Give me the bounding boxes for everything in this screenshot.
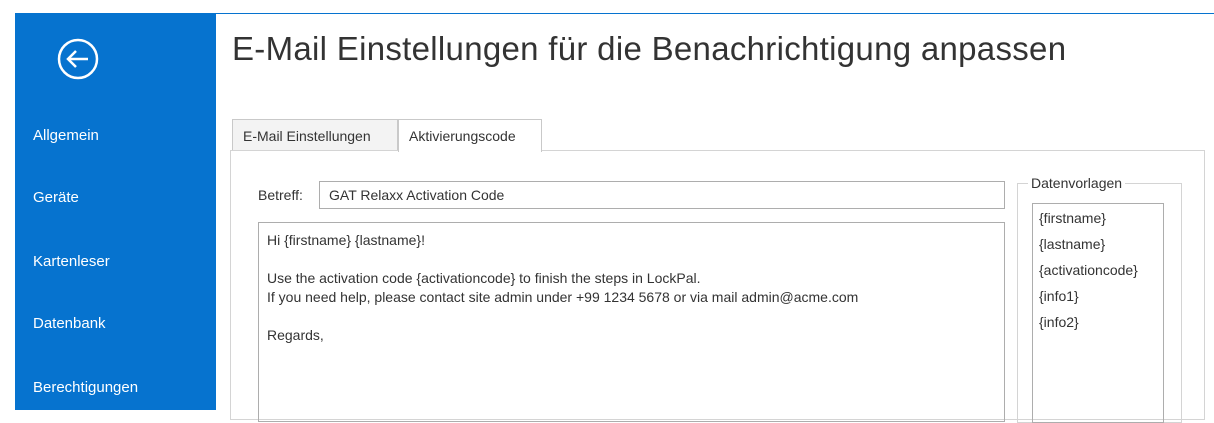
- template-item-lastname[interactable]: {lastname}: [1039, 234, 1163, 260]
- subject-input[interactable]: GAT Relaxx Activation Code: [319, 181, 1005, 209]
- template-item-firstname[interactable]: {firstname}: [1039, 208, 1163, 234]
- template-item-info2[interactable]: {info2}: [1039, 312, 1163, 338]
- page-title: E-Mail Einstellungen für die Benachricht…: [232, 30, 1067, 67]
- body-line: If you need help, please contact site ad…: [267, 289, 859, 305]
- sidebar-item-allgemein[interactable]: Allgemein: [33, 127, 99, 144]
- template-item-info1[interactable]: {info1}: [1039, 286, 1163, 312]
- sidebar-item-datenbank[interactable]: Datenbank: [33, 315, 106, 332]
- sidebar: Allgemein Geräte Kartenleser Datenbank B…: [15, 13, 216, 410]
- sidebar-item-geraete[interactable]: Geräte: [33, 189, 79, 206]
- sidebar-item-berechtigungen[interactable]: Berechtigungen: [33, 379, 138, 396]
- tab-email-einstellungen[interactable]: E-Mail Einstellungen: [232, 119, 398, 151]
- tab-aktivierungscode[interactable]: Aktivierungscode: [398, 119, 542, 152]
- templates-list[interactable]: {firstname} {lastname} {activationcode} …: [1032, 203, 1164, 423]
- email-body-textarea[interactable]: Hi {firstname} {lastname}! Use the activ…: [258, 222, 1005, 422]
- body-line: Use the activation code {activationcode}…: [267, 270, 701, 286]
- template-item-activationcode[interactable]: {activationcode}: [1039, 260, 1163, 286]
- header-divider: [216, 13, 1214, 14]
- back-arrow-icon: [57, 38, 99, 80]
- body-line: Regards,: [267, 327, 324, 343]
- sidebar-item-kartenleser[interactable]: Kartenleser: [33, 253, 110, 270]
- body-line: [267, 307, 1004, 326]
- subject-label: Betreff:: [258, 187, 303, 203]
- templates-group-title: Datenvorlagen: [1028, 175, 1126, 191]
- body-line: Hi {firstname} {lastname}!: [267, 232, 425, 248]
- back-button[interactable]: [55, 36, 101, 82]
- body-line: [267, 250, 1004, 269]
